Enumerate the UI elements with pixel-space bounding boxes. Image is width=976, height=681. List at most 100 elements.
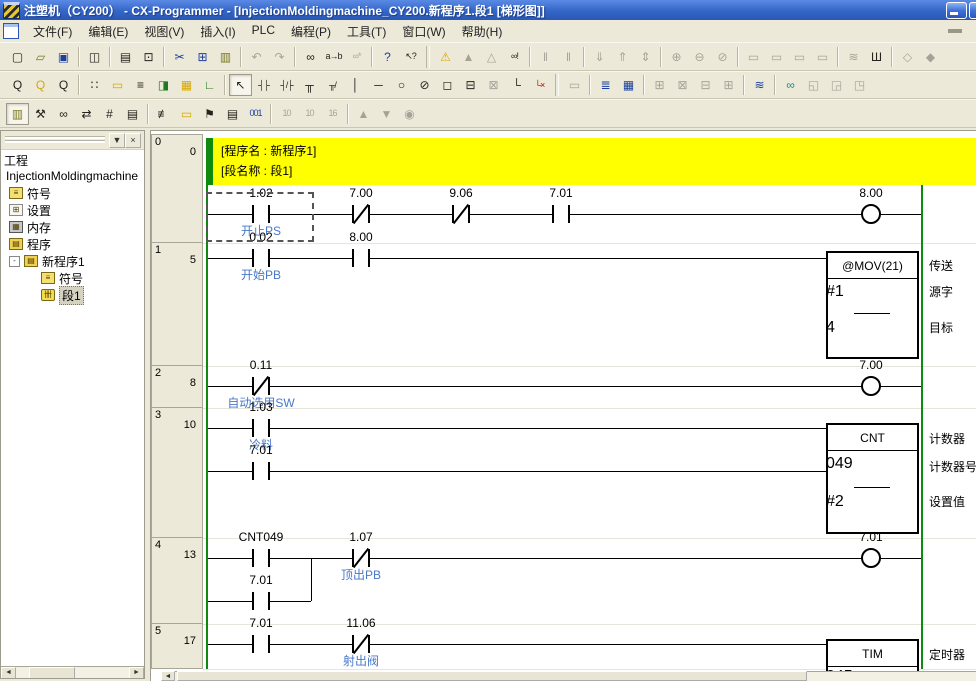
tree-scroll-right-button[interactable]: ► [129, 667, 144, 679]
save-file-button[interactable]: ▣ [52, 46, 75, 68]
toolbar-separator [583, 47, 585, 67]
tree-item-3[interactable]: ▤程序 [9, 236, 51, 252]
maximize-button[interactable] [969, 2, 976, 19]
time-chart-button[interactable]: Ш [865, 46, 888, 68]
paste-button[interactable]: ▥ [214, 46, 237, 68]
symbol-layers-button[interactable]: ≣ [594, 74, 617, 96]
rung-header[interactable]: 00 [151, 134, 203, 243]
symbol-bar-button[interactable]: ▦ [175, 74, 198, 96]
tree-item-4[interactable]: -▤新程序1 [9, 253, 85, 269]
workspace-gripper[interactable] [5, 136, 105, 139]
monitor-edit-button[interactable]: ▦ [617, 74, 640, 96]
menu-item-8[interactable]: 帮助(H) [454, 21, 511, 42]
rung-header[interactable]: 413 [151, 538, 203, 624]
tree-item-5[interactable]: ≡符号 [41, 270, 83, 286]
new-closed-contact-button[interactable]: ┤/├ [275, 74, 298, 96]
ladder-coil[interactable] [861, 548, 881, 568]
tree-root[interactable]: InjectionMoldingmachine [6, 168, 138, 184]
rung-comment-button[interactable]: ▭ [106, 74, 129, 96]
rung-header[interactable]: 15 [151, 243, 203, 366]
connect-line-button[interactable]: └ [505, 74, 528, 96]
rung-list-button[interactable]: ≡ [129, 74, 152, 96]
watch-window-button[interactable]: ∞ [779, 74, 802, 96]
minimize-button[interactable] [946, 2, 967, 19]
ladder-scroll-thumb[interactable] [177, 671, 807, 681]
io-comment-button[interactable]: ◨ [152, 74, 175, 96]
flag-window-button[interactable]: ⚑ [198, 103, 221, 125]
new-contact-button[interactable]: ┤├ [252, 74, 275, 96]
find-button[interactable]: ∞ [299, 46, 322, 68]
rung-header[interactable]: 28 [151, 366, 203, 408]
context-help-button[interactable]: ↖? [399, 46, 422, 68]
address-comment-button[interactable]: ▭ [175, 103, 198, 125]
replace-button[interactable]: a→b [322, 46, 345, 68]
tree-item-0[interactable]: ≡符号 [9, 185, 51, 201]
new-horizontal-line-button[interactable]: ─ [367, 74, 390, 96]
workspace-toggle-button[interactable]: ▥ [6, 103, 29, 125]
ladder-coil[interactable] [861, 204, 881, 224]
contact-address: 8.00 [321, 230, 401, 244]
tree-item-2[interactable]: ▦内存 [9, 219, 51, 235]
ladder-scroll-left-button[interactable]: ◄ [161, 671, 175, 681]
properties-window-button[interactable]: ▤ [121, 103, 144, 125]
menu-item-0[interactable]: 文件(F) [25, 21, 80, 42]
cnt-instruction-box[interactable]: CNT [826, 423, 919, 534]
print-preview-button[interactable]: ⊡ [137, 46, 160, 68]
open-file-button[interactable]: ▱ [29, 46, 52, 68]
new-closed-or-contact-button[interactable]: ╥/ [321, 74, 344, 96]
menu-item-6[interactable]: 工具(T) [339, 21, 394, 42]
workspace-header[interactable]: ▼ × [1, 131, 144, 150]
menu-item-5[interactable]: 编程(P) [283, 21, 339, 42]
find-report-button[interactable]: ◫ [83, 46, 106, 68]
menu-item-4[interactable]: PLC [244, 21, 283, 42]
zoom-in-button[interactable]: Q [6, 74, 29, 96]
menu-item-7[interactable]: 窗口(W) [394, 21, 453, 42]
tree-scroll-left-button[interactable]: ◄ [1, 667, 16, 679]
tree-item-6[interactable]: 卌段1 [41, 287, 84, 303]
io-window-button[interactable]: # [98, 103, 121, 125]
help-button[interactable]: ? [376, 46, 399, 68]
new-or-contact-button[interactable]: ╥ [298, 74, 321, 96]
tree-expander-icon[interactable]: - [9, 256, 20, 267]
tree-scroll-thumb[interactable] [29, 667, 75, 679]
new-instruction-button[interactable]: ◻ [436, 74, 459, 96]
rung-header[interactable]: 517 [151, 624, 203, 669]
new-vertical-line-button[interactable]: │ [344, 74, 367, 96]
monitor-check-button[interactable]: ∞! [503, 46, 526, 68]
menu-item-1[interactable]: 编辑(E) [80, 21, 136, 42]
child-minimize-button[interactable] [948, 29, 962, 33]
rung-header[interactable]: 310 [151, 408, 203, 538]
copy-button[interactable]: ⊞ [191, 46, 214, 68]
ladder-coil[interactable] [861, 376, 881, 396]
binary-display-button[interactable]: 001 [244, 103, 267, 125]
zoom-out-button[interactable]: Q [52, 74, 75, 96]
tree-item-1[interactable]: ⊞设置 [9, 202, 51, 218]
workspace-dropdown-button[interactable]: ▼ [109, 133, 125, 148]
edit-tool-button[interactable]: ⚒ [29, 103, 52, 125]
local-symbol-window-button[interactable]: ∟ [198, 74, 221, 96]
cut-button[interactable]: ✂ [168, 46, 191, 68]
delete-connect-line-button[interactable]: └× [528, 74, 551, 96]
menu-item-3[interactable]: 插入(I) [192, 21, 243, 42]
print-button[interactable]: ▤ [114, 46, 137, 68]
compile-button[interactable]: ⚠ [434, 46, 457, 68]
ladder-view[interactable]: 001528310413517[程序名 : 新程序1][段名称 : 段1]1.0… [150, 130, 976, 681]
new-closed-coil-button[interactable]: ⊘ [413, 74, 436, 96]
new-coil-button[interactable]: ○ [390, 74, 413, 96]
select-mode-button[interactable]: ↖ [229, 74, 252, 96]
menu-item-2[interactable]: 视图(V) [136, 21, 192, 42]
output-window-button[interactable]: ▤ [221, 103, 244, 125]
tree-hscrollbar[interactable]: ◄ ► [1, 666, 144, 678]
new-block-set-button[interactable]: ⊟ [459, 74, 482, 96]
rung-comment-banner[interactable] [213, 138, 976, 185]
find-window-button[interactable]: ∞ [52, 103, 75, 125]
new-file-button[interactable]: ▢ [6, 46, 29, 68]
cross-reference-button[interactable]: ≢ [152, 103, 175, 125]
grid-toggle-button[interactable]: ∷ [83, 74, 106, 96]
mov-instruction-box[interactable]: @MOV(21) [826, 251, 919, 359]
child-window-icon[interactable] [3, 23, 19, 39]
zoom-select-button[interactable]: Q [29, 74, 52, 96]
browse-structure-button[interactable]: ≋ [748, 74, 771, 96]
transfer-window-button[interactable]: ⇄ [75, 103, 98, 125]
workspace-close-button[interactable]: × [125, 133, 141, 148]
